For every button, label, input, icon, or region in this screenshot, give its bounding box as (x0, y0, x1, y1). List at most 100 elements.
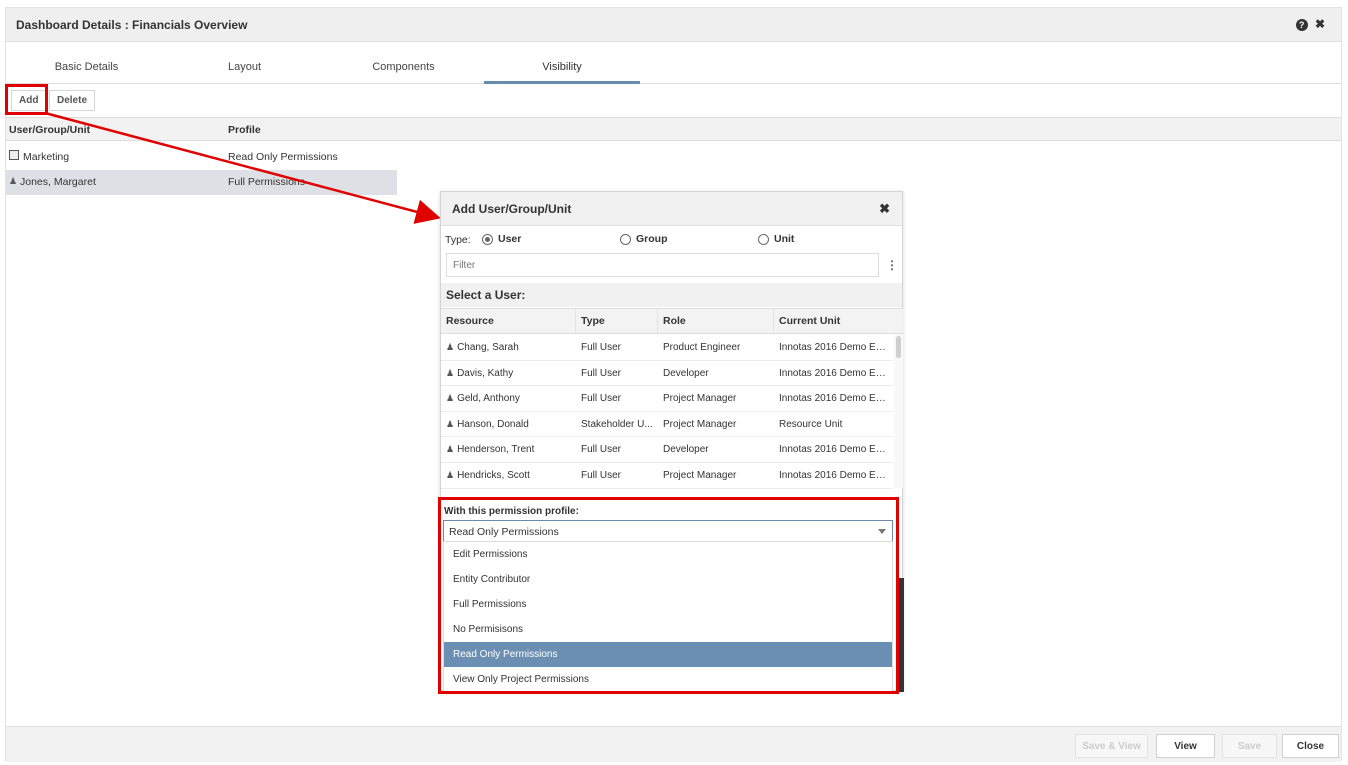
cell-role: Developer (663, 444, 709, 456)
resource-name: Hendricks, Scott (457, 470, 530, 481)
more-options-icon[interactable]: ⋮ (886, 258, 898, 272)
permission-profile-select[interactable]: Read Only Permissions (443, 520, 893, 542)
cell-resource: ♟ Henderson, Trent (446, 444, 574, 455)
row-profile: Read Only Permissions (228, 151, 338, 163)
title-icons: ? ✖ (1295, 17, 1329, 31)
radio-group-icon (620, 233, 631, 245)
column-role[interactable]: Role (658, 309, 774, 333)
radio-group[interactable]: Group (620, 233, 668, 245)
group-icon (9, 150, 19, 160)
toolbar: Add Delete (6, 84, 1341, 116)
cell-unit: Innotas 2016 Demo En... (779, 393, 889, 405)
help-icon[interactable]: ? (1295, 19, 1308, 31)
save-and-view-button[interactable]: Save & View (1075, 734, 1148, 758)
dialog-close-icon[interactable]: ✖ (879, 201, 890, 217)
row-name: Marketing (23, 151, 70, 163)
permission-selected-value: Read Only Permissions (449, 526, 559, 538)
cell-type: Full User (581, 393, 622, 405)
cell-type: Full User (581, 342, 622, 353)
cell-unit: Innotas 2016 Demo En... (779, 444, 889, 456)
table-row[interactable]: ♟ Hendricks, Scott Full User Project Mana… (441, 463, 893, 489)
cell-resource: ♟ Hendricks, Scott (446, 470, 574, 481)
resource-name: Chang, Sarah (457, 342, 519, 353)
radio-unit-label: Unit (774, 233, 795, 245)
tab-layout[interactable]: Layout (202, 42, 287, 84)
option-edit-permissions[interactable]: Edit Permissions (444, 542, 892, 567)
type-label: Type: (445, 234, 471, 246)
option-view-only-project-permissions[interactable]: View Only Project Permissions (444, 667, 892, 692)
table-row[interactable]: ♟ Henderson, Trent Full User Developer In… (441, 437, 893, 463)
cell-unit: Resource Unit (779, 418, 843, 430)
view-button[interactable]: View (1156, 734, 1215, 758)
cell-role: Product Engineer (663, 342, 741, 353)
tab-components[interactable]: Components (356, 42, 451, 84)
radio-group-label: Group (636, 233, 668, 245)
person-icon: ♟ (446, 470, 455, 480)
cell-role: Project Manager (663, 470, 737, 481)
option-entity-contributor[interactable]: Entity Contributor (444, 567, 892, 592)
close-icon[interactable]: ✖ (1315, 17, 1329, 31)
column-type[interactable]: Type (576, 309, 658, 333)
cell-type: Stakeholder U... (581, 418, 653, 430)
resource-name: Davis, Kathy (457, 367, 514, 379)
cell-resource: ♟ Chang, Sarah (446, 342, 574, 353)
column-current-unit[interactable]: Current Unit (774, 309, 894, 333)
person-icon: ♟ (446, 342, 455, 352)
type-selector: Type: User Group Unit (445, 233, 900, 249)
cell-type: Full User (581, 367, 622, 379)
cell-role: Project Manager (663, 418, 737, 430)
resource-name: Henderson, Trent (457, 444, 535, 456)
dialog-title: Add User/Group/Unit (452, 202, 572, 216)
person-icon: ♟ (446, 393, 455, 404)
table-row[interactable]: Marketing Read Only Permissions (6, 145, 397, 170)
tab-bar: Basic Details Layout Components Visibili… (6, 42, 1341, 84)
column-profile[interactable]: Profile (228, 124, 261, 136)
footer-bar: Save & View View Save Close (6, 726, 1341, 762)
delete-button[interactable]: Delete (49, 90, 96, 111)
column-user-group-unit[interactable]: User/Group/Unit (9, 124, 90, 136)
window-title: Dashboard Details : Financials Overview (16, 18, 248, 32)
radio-user[interactable]: User (482, 233, 521, 245)
option-no-permissions[interactable]: No Permisisons (444, 617, 892, 642)
add-button[interactable]: Add (11, 90, 47, 111)
option-read-only-permissions[interactable]: Read Only Permissions (444, 642, 892, 667)
permission-profile-section: With this permission profile: Read Only … (440, 498, 897, 693)
cell-unit: Innotas 2016 Demo En... (779, 470, 889, 481)
tab-basic-details[interactable]: Basic Details (39, 42, 134, 84)
table-row[interactable]: ♟ Geld, Anthony Full User Project Manager… (441, 386, 893, 412)
grid-header: User/Group/Unit Profile (6, 117, 1341, 141)
cell-role: Developer (663, 367, 709, 379)
close-button[interactable]: Close (1282, 734, 1339, 758)
option-full-permissions[interactable]: Full Permissions (444, 592, 892, 617)
chevron-down-icon (878, 529, 886, 534)
table-row[interactable]: ♟ Hanson, Donald Stakeholder U... Project… (441, 412, 893, 438)
scrollbar-thumb[interactable] (896, 336, 901, 358)
resource-name: Hanson, Donald (457, 418, 529, 430)
cell-role: Project Manager (663, 393, 737, 405)
cell-unit: Innotas 2016 Demo En... (779, 342, 889, 353)
person-icon: ♟ (446, 418, 455, 429)
person-icon: ♟ (446, 444, 455, 455)
permission-options-list: Edit Permissions Entity Contributor Full… (443, 541, 893, 693)
table-scrollbar[interactable] (894, 334, 903, 488)
save-button[interactable]: Save (1222, 734, 1277, 758)
person-icon: ♟ (9, 176, 18, 186)
table-row[interactable]: ♟ Chang, Sarah Full User Product Engineer… (441, 335, 893, 361)
radio-unit-icon (758, 233, 769, 245)
cell-type: Full User (581, 444, 622, 456)
radio-unit[interactable]: Unit (758, 233, 794, 245)
cell-resource: ♟ Davis, Kathy (446, 368, 574, 379)
filter-input[interactable] (446, 253, 879, 277)
cell-type: Full User (581, 470, 622, 481)
cell-resource: ♟ Hanson, Donald (446, 419, 574, 430)
dialog-header: Add User/Group/Unit ✖ (441, 192, 902, 226)
tab-visibility[interactable]: Visibility (484, 42, 640, 84)
column-resource[interactable]: Resource (441, 309, 576, 333)
dialog-shadow-edge (899, 578, 904, 692)
table-row[interactable]: ♟ Jones, Margaret Full Permissions (6, 170, 397, 195)
table-row[interactable]: ♟ Davis, Kathy Full User Developer Innota… (441, 361, 893, 387)
resource-table-header: Resource Type Role Current Unit (441, 308, 903, 334)
resource-name: Geld, Anthony (457, 393, 520, 405)
row-profile: Full Permissions (228, 176, 306, 188)
permission-profile-label: With this permission profile: (444, 506, 579, 517)
